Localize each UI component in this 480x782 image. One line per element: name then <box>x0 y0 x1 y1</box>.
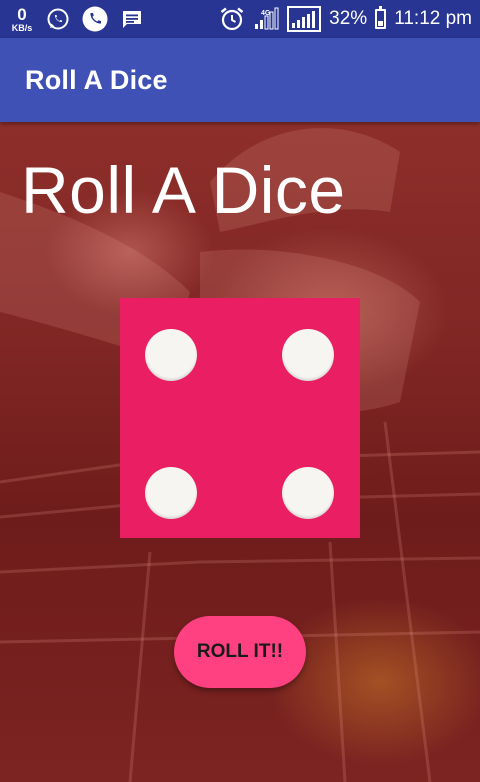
whatsapp-icon <box>46 7 70 31</box>
battery-percent: 32% <box>329 8 368 29</box>
dice-pip <box>145 467 197 519</box>
phone-icon <box>82 6 108 32</box>
message-icon <box>120 7 144 31</box>
roll-it-button[interactable]: ROLL IT!! <box>174 616 306 688</box>
network-speed-indicator: 0 KB/s <box>8 6 36 33</box>
app-bar: Roll A Dice <box>0 38 480 122</box>
battery-icon <box>375 6 387 29</box>
network-speed-unit: KB/s <box>11 22 33 33</box>
signal-icon <box>287 6 322 32</box>
network-speed-value: 0 <box>17 4 27 24</box>
dice-pip <box>282 467 334 519</box>
4g-signal-icon: 4G <box>253 7 279 31</box>
page-heading: Roll A Dice <box>21 153 346 227</box>
main-content: Roll A Dice ROLL IT!! <box>0 122 480 782</box>
alarm-icon <box>219 6 245 32</box>
dice-pip <box>282 329 334 381</box>
dice-pip <box>145 329 197 381</box>
dice-face-four <box>120 298 360 538</box>
app-bar-title: Roll A Dice <box>25 64 168 95</box>
status-time: 11:12 pm <box>394 8 472 29</box>
status-bar: 0 KB/s 4G 32% 11:12 pm <box>0 0 480 38</box>
